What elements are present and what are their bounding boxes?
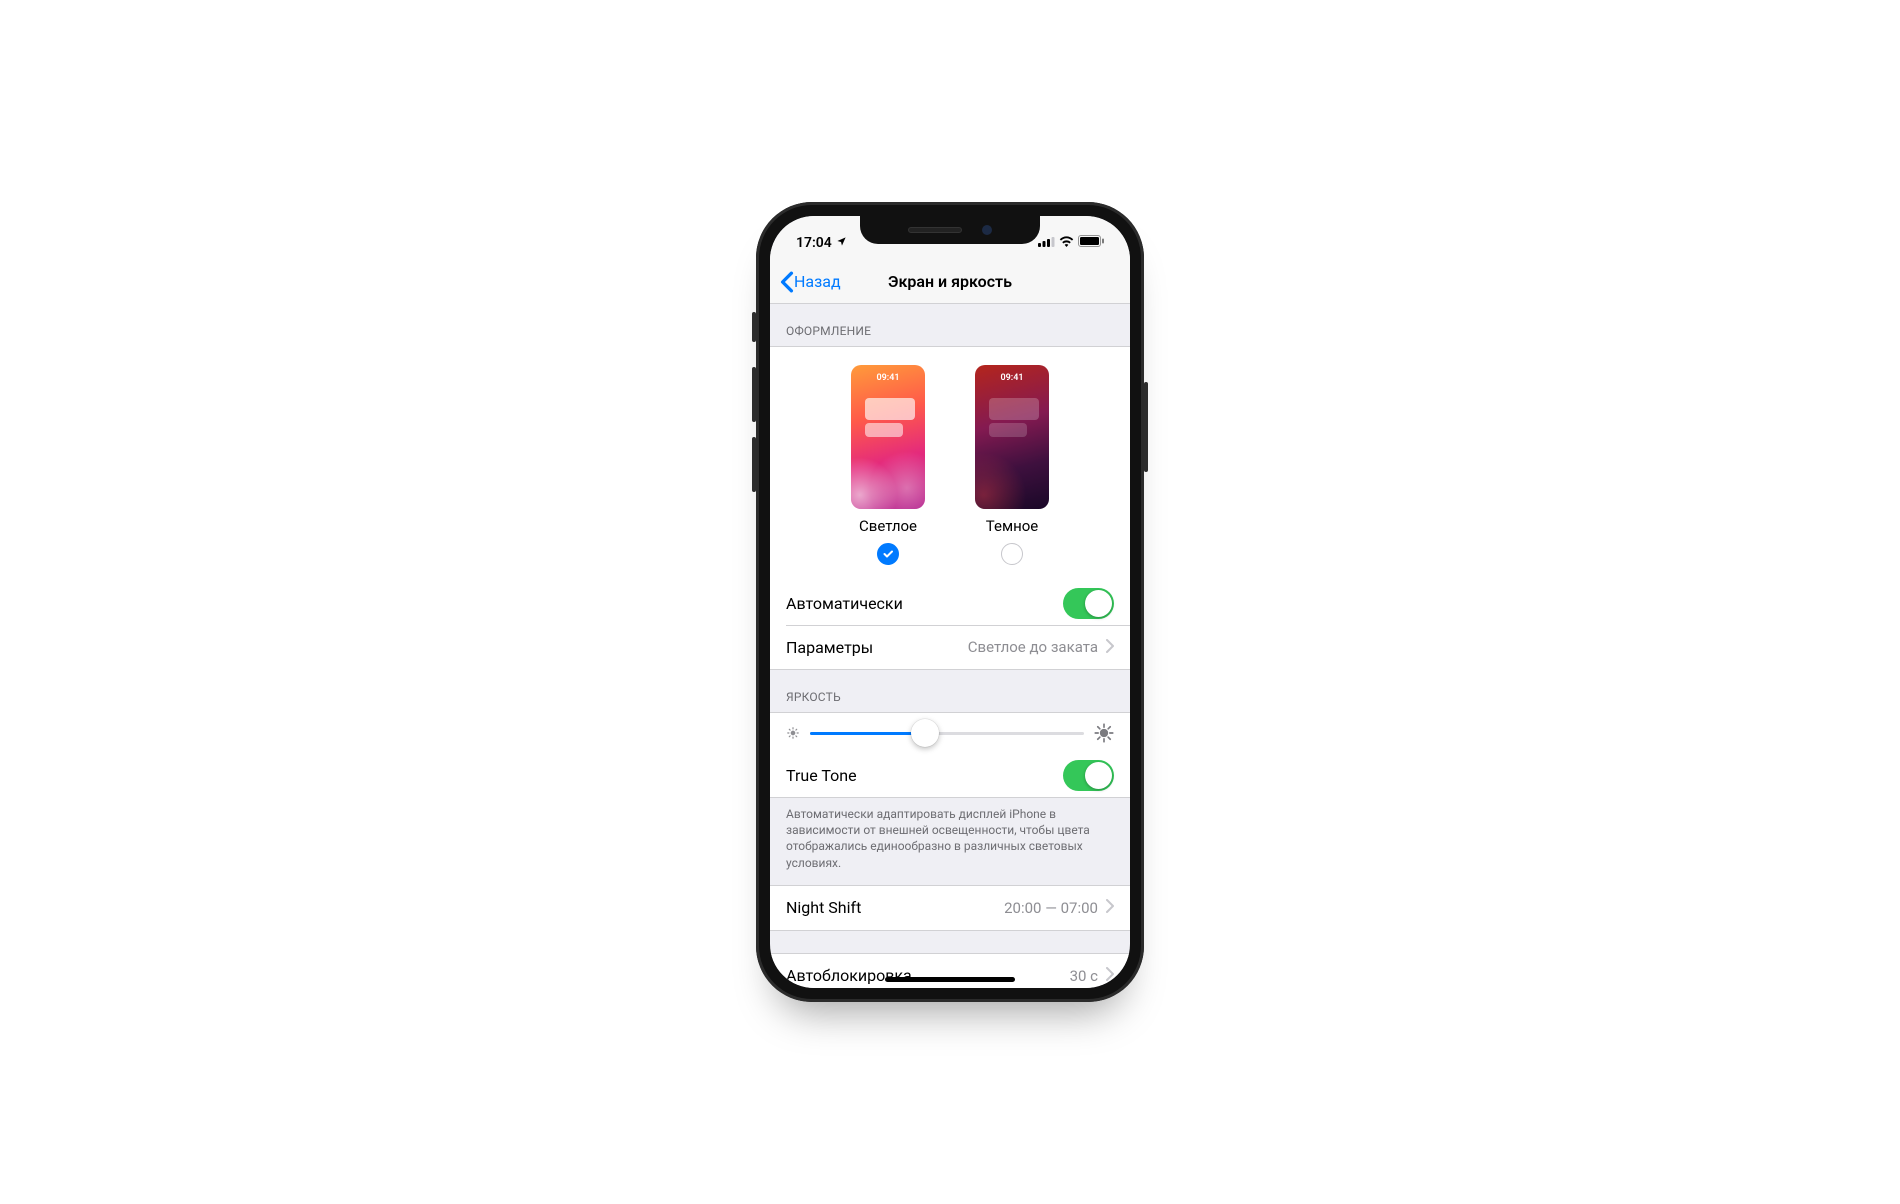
status-time: 17:04: [796, 235, 832, 251]
true-tone-switch[interactable]: [1063, 760, 1114, 791]
notch: [860, 216, 1040, 244]
dark-mode-preview: 09:41: [975, 365, 1049, 509]
brightness-slider[interactable]: [810, 732, 1084, 735]
mute-switch: [752, 312, 756, 342]
wifi-icon: [1059, 235, 1074, 251]
home-indicator[interactable]: [885, 977, 1015, 982]
options-label: Параметры: [786, 638, 968, 657]
options-value: Светлое до заката: [968, 638, 1098, 656]
screen: 17:04: [770, 216, 1130, 988]
automatic-toggle-cell[interactable]: Автоматически: [770, 581, 1130, 625]
automatic-switch[interactable]: [1063, 588, 1114, 619]
dark-mode-radio[interactable]: [1001, 543, 1023, 565]
true-tone-label: True Tone: [786, 766, 1063, 785]
light-mode-preview: 09:41: [851, 365, 925, 509]
options-cell[interactable]: Параметры Светлое до заката: [770, 625, 1130, 669]
preview-widget-small: [989, 423, 1027, 437]
preview-widget: [865, 398, 915, 420]
volume-up-button: [752, 367, 756, 422]
true-tone-cell[interactable]: True Tone: [770, 753, 1130, 797]
back-label: Назад: [794, 272, 841, 291]
auto-lock-label: Автоблокировка: [786, 966, 1070, 985]
side-button: [1144, 382, 1148, 472]
preview-widget: [989, 398, 1039, 420]
front-camera: [982, 225, 992, 235]
preview-time: 09:41: [975, 365, 1049, 383]
chevron-right-icon: [1106, 898, 1114, 917]
preview-decoration: [975, 439, 1049, 509]
appearance-option-light[interactable]: 09:41 Светлое: [851, 365, 925, 565]
speaker-grille: [908, 227, 962, 233]
slider-thumb[interactable]: [911, 719, 939, 747]
checkmark-icon: [882, 548, 894, 560]
true-tone-footer: Автоматически адаптировать дисплей iPhon…: [770, 798, 1130, 885]
appearance-option-dark[interactable]: 09:41 Темное: [975, 365, 1049, 565]
chevron-right-icon: [1106, 638, 1114, 657]
night-shift-value: 20:00 — 07:00: [1004, 899, 1098, 917]
brightness-low-icon: [786, 726, 800, 740]
preview-time: 09:41: [851, 365, 925, 383]
auto-lock-value: 30 с: [1070, 967, 1098, 985]
chevron-right-icon: [1106, 966, 1114, 985]
automatic-label: Автоматически: [786, 594, 1063, 613]
cellular-signal-icon: [1038, 235, 1055, 251]
preview-widget-small: [865, 423, 903, 437]
preview-decoration: [851, 439, 925, 509]
chevron-left-icon: [780, 271, 794, 293]
night-shift-cell[interactable]: Night Shift 20:00 — 07:00: [770, 886, 1130, 930]
volume-down-button: [752, 437, 756, 492]
location-icon: [836, 235, 847, 251]
light-mode-label: Светлое: [851, 517, 925, 535]
dark-mode-label: Темное: [975, 517, 1049, 535]
brightness-slider-cell: [770, 713, 1130, 753]
auto-lock-cell[interactable]: Автоблокировка 30 с: [770, 954, 1130, 988]
navigation-bar: Назад Экран и яркость: [770, 260, 1130, 304]
iphone-device-frame: 17:04: [756, 202, 1144, 1002]
appearance-section-header: ОФОРМЛЕНИЕ: [770, 304, 1130, 346]
slider-fill: [810, 732, 925, 735]
content-scroll[interactable]: ОФОРМЛЕНИЕ 09:41 Светлое: [770, 304, 1130, 988]
brightness-high-icon: [1094, 723, 1114, 743]
battery-icon: [1078, 235, 1104, 251]
night-shift-label: Night Shift: [786, 898, 1004, 917]
light-mode-radio[interactable]: [877, 543, 899, 565]
brightness-section-header: ЯРКОСТЬ: [770, 670, 1130, 712]
back-button[interactable]: Назад: [770, 271, 841, 293]
